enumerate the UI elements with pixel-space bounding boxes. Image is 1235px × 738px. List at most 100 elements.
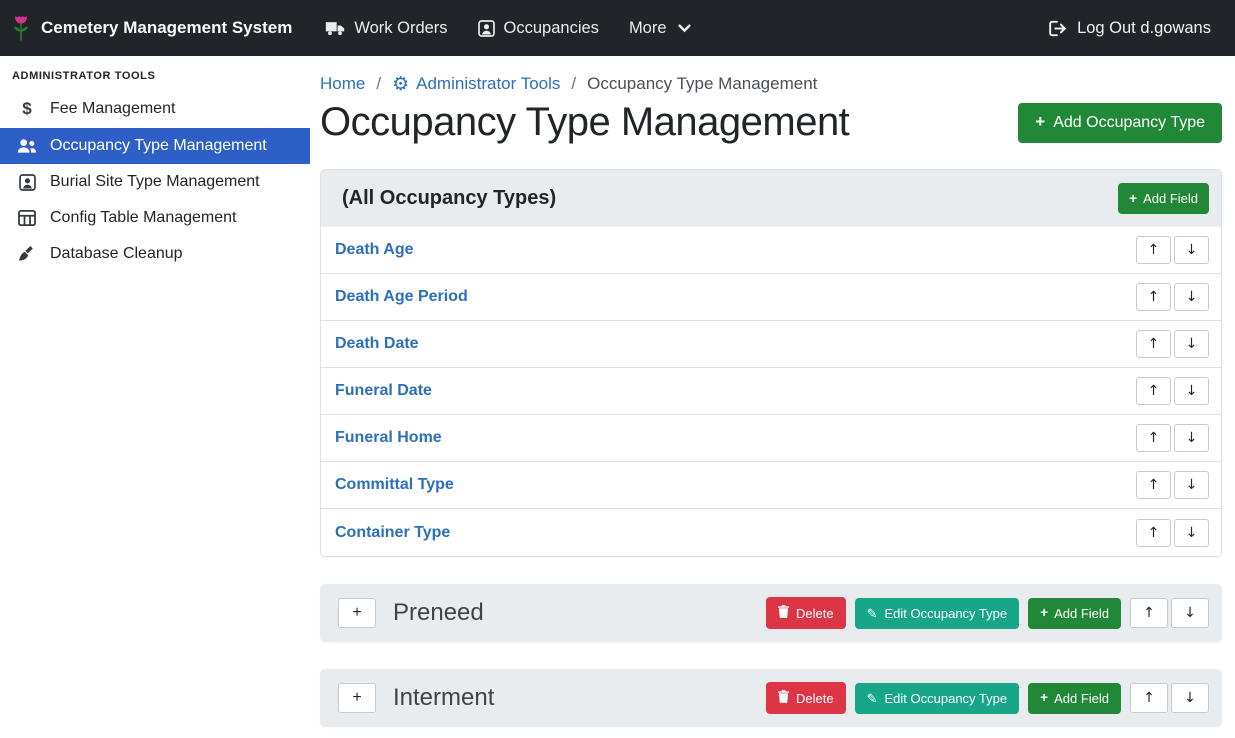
move-up-button[interactable]: ↑ bbox=[1136, 283, 1171, 311]
move-down-button[interactable]: ↓ bbox=[1174, 471, 1209, 499]
field-link-funeral-home[interactable]: Funeral Home bbox=[335, 429, 442, 447]
breadcrumb-admin-tools-link[interactable]: ⚙ Administrator Tools bbox=[392, 74, 560, 94]
move-up-button[interactable]: ↑ bbox=[1136, 471, 1171, 499]
pencil-icon: ✎ bbox=[867, 692, 878, 705]
nav-more[interactable]: More bbox=[614, 10, 706, 47]
sidebar-item-config-table-management[interactable]: Config Table Management bbox=[0, 200, 310, 236]
move-down-button[interactable]: ↓ bbox=[1174, 519, 1209, 547]
nav-work-orders-label: Work Orders bbox=[354, 19, 447, 38]
add-field-label: Add Field bbox=[1143, 191, 1198, 206]
app-brand[interactable]: Cemetery Management System bbox=[10, 15, 292, 41]
move-up-button[interactable]: ↑ bbox=[1136, 377, 1171, 405]
up-arrow-icon: ↑ bbox=[1143, 605, 1155, 621]
field-link-funeral-date[interactable]: Funeral Date bbox=[335, 382, 432, 400]
nav-occupancies[interactable]: Occupancies bbox=[463, 10, 614, 47]
move-down-button[interactable]: ↓ bbox=[1174, 330, 1209, 358]
breadcrumb-separator: / bbox=[571, 74, 576, 94]
nav-occupancies-label: Occupancies bbox=[504, 19, 599, 38]
move-up-button[interactable]: ↑ bbox=[1130, 598, 1168, 628]
down-arrow-icon: ↓ bbox=[1186, 383, 1198, 399]
sidebar-item-burial-site-type-management[interactable]: Burial Site Type Management bbox=[0, 164, 310, 200]
navbar-links: Work Orders Occupancies More bbox=[310, 10, 705, 47]
delete-button[interactable]: Delete bbox=[766, 682, 846, 714]
add-occupancy-type-label: Add Occupancy Type bbox=[1053, 114, 1205, 132]
reorder-buttons: ↑ ↓ bbox=[1136, 519, 1209, 547]
move-down-button[interactable]: ↓ bbox=[1171, 683, 1209, 713]
expand-section-button[interactable]: + bbox=[338, 683, 376, 713]
field-row: Death Date ↑ ↓ bbox=[321, 321, 1221, 368]
logout-button[interactable]: Log Out d.gowans bbox=[1049, 19, 1211, 38]
reorder-buttons: ↑ ↓ bbox=[1136, 377, 1209, 405]
add-field-button[interactable]: + Add Field bbox=[1028, 598, 1121, 629]
sidebar-item-database-cleanup[interactable]: Database Cleanup bbox=[0, 236, 310, 272]
add-field-label: Add Field bbox=[1054, 691, 1109, 706]
logout-label: Log Out d.gowans bbox=[1077, 19, 1211, 38]
add-field-button[interactable]: + Add Field bbox=[1028, 683, 1121, 714]
main-content: Home / ⚙ Administrator Tools / Occupancy… bbox=[310, 56, 1235, 738]
tulip-logo-icon bbox=[10, 15, 32, 41]
users-icon bbox=[15, 138, 39, 154]
sidebar-item-occupancy-type-management[interactable]: Occupancy Type Management bbox=[0, 128, 310, 164]
sidebar-item-label: Occupancy Type Management bbox=[50, 137, 267, 155]
move-up-button[interactable]: ↑ bbox=[1136, 424, 1171, 452]
field-link-death-age[interactable]: Death Age bbox=[335, 241, 414, 259]
broom-icon bbox=[15, 246, 39, 263]
field-link-container-type[interactable]: Container Type bbox=[335, 524, 450, 542]
move-down-button[interactable]: ↓ bbox=[1174, 424, 1209, 452]
occupancy-type-section-preneed: + Preneed Delete ✎ Edit Occupancy Type bbox=[320, 584, 1222, 642]
expand-section-button[interactable]: + bbox=[338, 598, 376, 628]
plus-icon: + bbox=[1035, 114, 1045, 131]
nav-more-label: More bbox=[629, 19, 667, 38]
up-arrow-icon: ↑ bbox=[1148, 430, 1160, 446]
down-arrow-icon: ↓ bbox=[1186, 336, 1198, 352]
move-down-button[interactable]: ↓ bbox=[1174, 236, 1209, 264]
plus-icon: + bbox=[352, 604, 361, 622]
up-arrow-icon: ↑ bbox=[1148, 242, 1160, 258]
move-up-button[interactable]: ↑ bbox=[1136, 519, 1171, 547]
field-link-death-age-period[interactable]: Death Age Period bbox=[335, 288, 468, 306]
down-arrow-icon: ↓ bbox=[1184, 690, 1196, 706]
add-occupancy-type-button[interactable]: + Add Occupancy Type bbox=[1018, 103, 1222, 143]
down-arrow-icon: ↓ bbox=[1186, 289, 1198, 305]
down-arrow-icon: ↓ bbox=[1186, 430, 1198, 446]
delete-button[interactable]: Delete bbox=[766, 597, 846, 629]
section-actions: Delete ✎ Edit Occupancy Type + Add Field… bbox=[766, 682, 1209, 714]
edit-occupancy-type-button[interactable]: ✎ Edit Occupancy Type bbox=[855, 683, 1020, 714]
down-arrow-icon: ↓ bbox=[1186, 242, 1198, 258]
section-title: Interment bbox=[393, 684, 494, 712]
move-up-button[interactable]: ↑ bbox=[1136, 330, 1171, 358]
field-link-committal-type[interactable]: Committal Type bbox=[335, 476, 454, 494]
move-down-button[interactable]: ↓ bbox=[1174, 377, 1209, 405]
up-arrow-icon: ↑ bbox=[1148, 289, 1160, 305]
field-row: Container Type ↑ ↓ bbox=[321, 509, 1221, 556]
trash-icon bbox=[778, 605, 789, 621]
field-link-death-date[interactable]: Death Date bbox=[335, 335, 419, 353]
logout-icon bbox=[1049, 20, 1068, 37]
add-field-button[interactable]: + Add Field bbox=[1118, 183, 1209, 214]
field-row: Committal Type ↑ ↓ bbox=[321, 462, 1221, 509]
up-arrow-icon: ↑ bbox=[1148, 336, 1160, 352]
edit-label: Edit Occupancy Type bbox=[885, 691, 1008, 706]
sidebar-item-label: Burial Site Type Management bbox=[50, 173, 260, 191]
move-up-button[interactable]: ↑ bbox=[1136, 236, 1171, 264]
panel-header: (All Occupancy Types) + Add Field bbox=[321, 170, 1221, 227]
down-arrow-icon: ↓ bbox=[1186, 525, 1198, 541]
sidebar-item-fee-management[interactable]: $ Fee Management bbox=[0, 90, 310, 128]
move-down-button[interactable]: ↓ bbox=[1174, 283, 1209, 311]
nav-work-orders[interactable]: Work Orders bbox=[310, 10, 462, 47]
sidebar-item-label: Fee Management bbox=[50, 100, 175, 118]
edit-occupancy-type-button[interactable]: ✎ Edit Occupancy Type bbox=[855, 598, 1020, 629]
breadcrumb-home-link[interactable]: Home bbox=[320, 74, 365, 94]
reorder-buttons: ↑ ↓ bbox=[1136, 330, 1209, 358]
move-down-button[interactable]: ↓ bbox=[1171, 598, 1209, 628]
move-up-button[interactable]: ↑ bbox=[1130, 683, 1168, 713]
up-arrow-icon: ↑ bbox=[1148, 383, 1160, 399]
down-arrow-icon: ↓ bbox=[1186, 477, 1198, 493]
down-arrow-icon: ↓ bbox=[1184, 605, 1196, 621]
reorder-buttons: ↑ ↓ bbox=[1130, 598, 1209, 628]
reorder-buttons: ↑ ↓ bbox=[1136, 236, 1209, 264]
dollar-icon: $ bbox=[15, 99, 39, 119]
add-field-label: Add Field bbox=[1054, 606, 1109, 621]
plus-icon: + bbox=[352, 689, 361, 707]
section-title: Preneed bbox=[393, 599, 484, 627]
